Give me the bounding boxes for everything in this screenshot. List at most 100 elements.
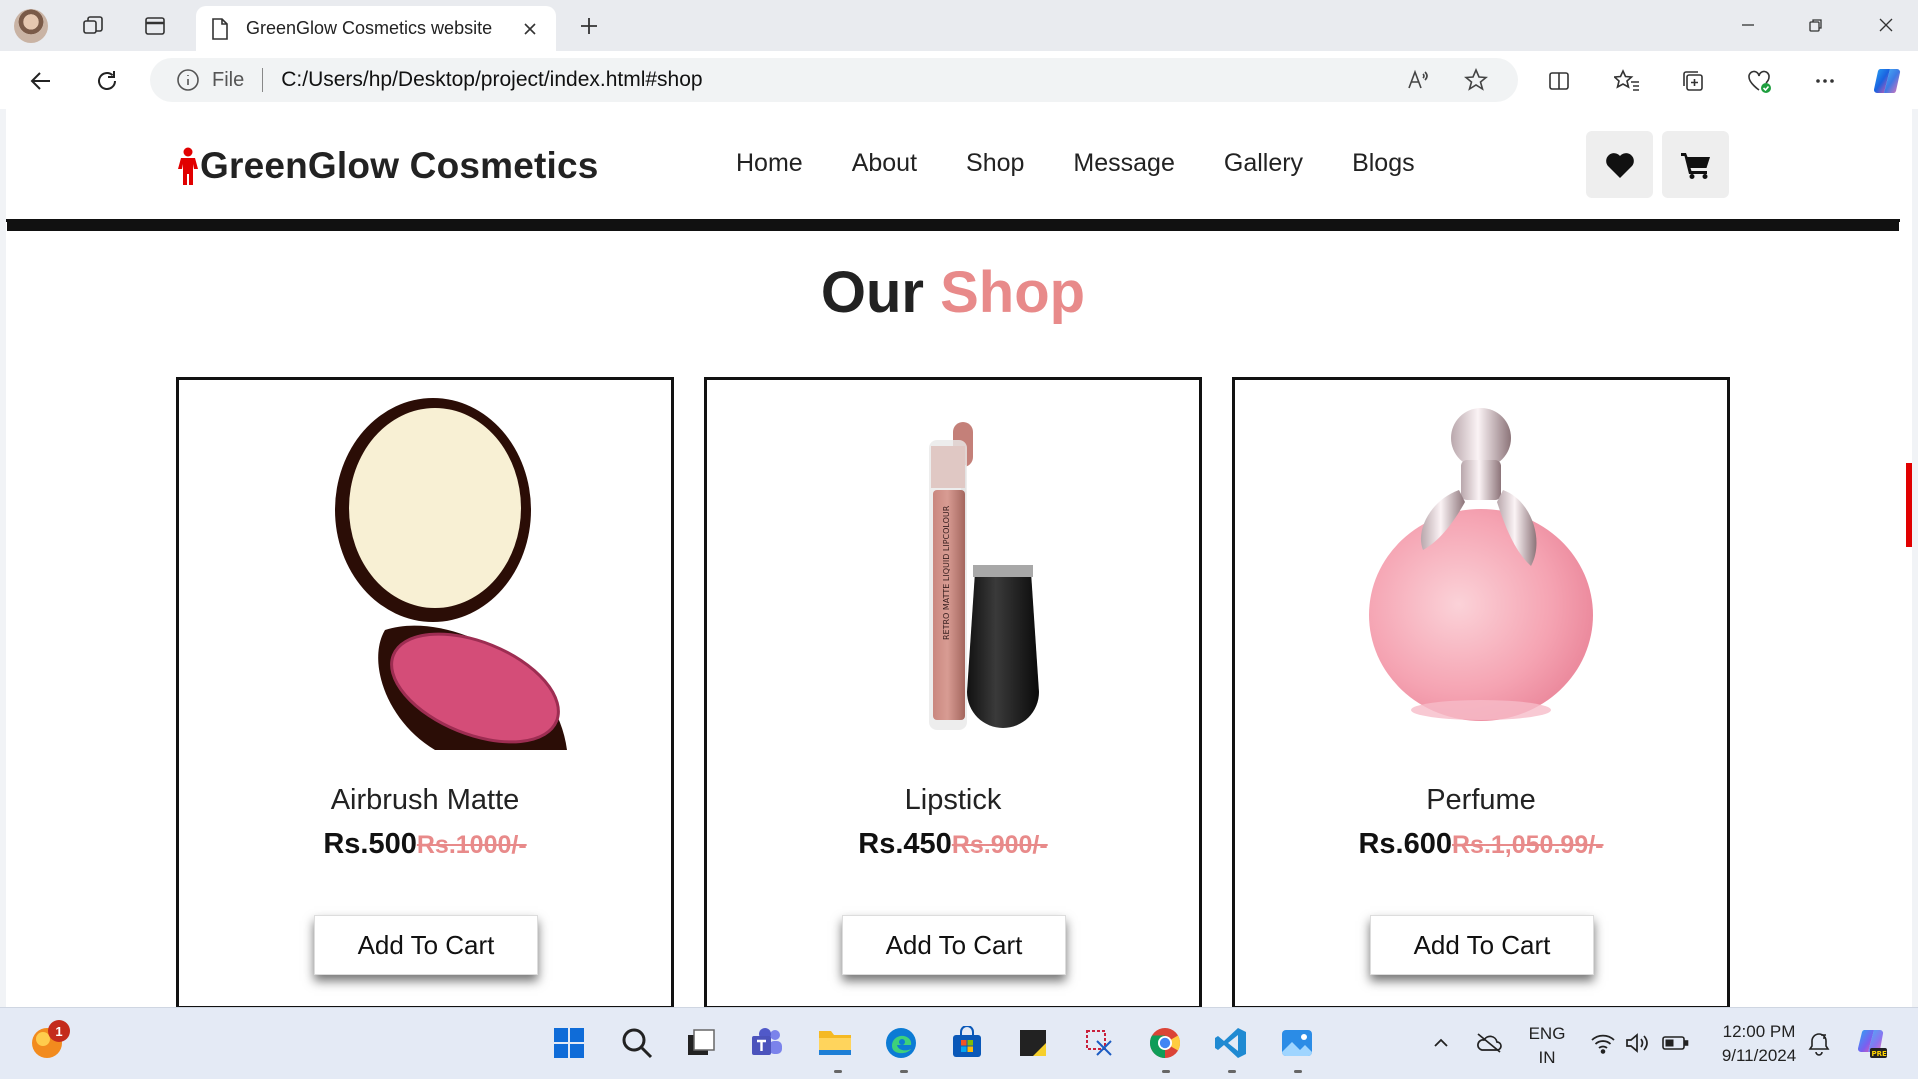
page-viewport: GreenGlow Cosmetics Home About Shop Mess… [6, 109, 1912, 1007]
browser-tab-bar: GreenGlow Cosmetics website [0, 0, 1918, 51]
product-card: RETRO MATTE LIQUID LIPCOLOUR Lipstick Rs… [704, 377, 1202, 1007]
active-tab[interactable]: GreenGlow Cosmetics website [196, 6, 556, 51]
copilot-preview-icon[interactable]: PRE [1852, 1024, 1890, 1062]
profile-avatar[interactable] [14, 9, 48, 43]
site-header: GreenGlow Cosmetics Home About Shop Mess… [6, 109, 1900, 222]
task-view-icon[interactable] [682, 1024, 720, 1062]
workspaces-icon[interactable] [78, 11, 108, 41]
search-icon[interactable] [618, 1024, 656, 1062]
add-to-cart-button[interactable]: Add To Cart [842, 915, 1066, 975]
nav-shop[interactable]: Shop [966, 149, 1024, 178]
snipping-tool-icon[interactable] [1080, 1024, 1118, 1062]
product-card: Airbrush Matte Rs.500Rs.1000/- Add To Ca… [176, 377, 674, 1007]
current-price: Rs.500 [323, 828, 417, 860]
main-nav: Home About Shop Message Gallery Blogs [736, 149, 1464, 178]
region-code: IN [1538, 1048, 1556, 1067]
battery-icon[interactable] [1656, 1024, 1694, 1062]
minimize-icon[interactable] [1724, 8, 1772, 42]
address-scheme-label: File [212, 68, 245, 91]
sticky-notes-icon[interactable] [1014, 1024, 1052, 1062]
onedrive-offline-icon[interactable] [1470, 1024, 1508, 1062]
notification-center-icon[interactable] [1800, 1024, 1838, 1062]
add-to-cart-button[interactable]: Add To Cart [1370, 915, 1594, 975]
product-price: Rs.500Rs.1000/- [179, 828, 671, 861]
edge-icon[interactable] [882, 1024, 920, 1062]
microsoft-store-icon[interactable] [948, 1024, 986, 1062]
browser-toolbar: File C:/Users/hp/Desktop/project/index.h… [0, 51, 1918, 109]
wifi-icon[interactable] [1584, 1024, 1622, 1062]
collections-icon[interactable] [1676, 64, 1710, 98]
title-plain: Our [820, 260, 924, 325]
logo-text: GreenGlow Cosmetics [200, 145, 599, 186]
heart-icon [1605, 152, 1634, 178]
favorites-icon[interactable] [1610, 64, 1644, 98]
nav-gallery[interactable]: Gallery [1224, 149, 1303, 178]
vscode-icon[interactable] [1212, 1024, 1250, 1062]
nav-home[interactable]: Home [736, 149, 803, 178]
page-scrollbar-thumb[interactable] [1906, 463, 1912, 547]
product-name: Lipstick [904, 784, 1002, 816]
favorite-star-icon[interactable] [1460, 64, 1492, 96]
product-price: Rs.600Rs.1,050.99/- [1235, 828, 1727, 861]
info-icon[interactable] [176, 68, 200, 92]
site-logo[interactable]: GreenGlow Cosmetics [176, 145, 599, 187]
wishlist-button[interactable] [1586, 131, 1653, 198]
windows-taskbar: 1 ENG IN 12:00 PM 9/11/2024 PRE [0, 1007, 1918, 1079]
volume-icon[interactable] [1618, 1024, 1656, 1062]
split-screen-icon[interactable] [1542, 64, 1576, 98]
restore-icon[interactable] [1792, 8, 1840, 42]
chrome-icon[interactable] [1146, 1024, 1184, 1062]
cart-button[interactable] [1662, 131, 1729, 198]
refresh-icon[interactable] [90, 64, 124, 98]
add-to-cart-button[interactable]: Add To Cart [314, 915, 538, 975]
teams-icon[interactable] [748, 1024, 786, 1062]
perfume-bottle-image [1235, 390, 1727, 750]
current-price: Rs.450 [858, 828, 952, 860]
clock-date: 9/11/2024 [1721, 1046, 1797, 1065]
title-accent: Shop [940, 260, 1086, 325]
document-icon [212, 17, 228, 40]
nav-about[interactable]: About [852, 149, 917, 178]
current-price: Rs.600 [1358, 828, 1452, 860]
close-window-icon[interactable] [1862, 8, 1910, 42]
back-icon[interactable] [24, 64, 58, 98]
cart-icon [1680, 152, 1710, 179]
vertical-tabs-icon[interactable] [140, 11, 170, 41]
running-indicator [900, 1070, 908, 1073]
browser-essentials-icon[interactable] [1742, 64, 1776, 98]
language-indicator[interactable]: ENG IN [1526, 1024, 1568, 1068]
product-price: Rs.450Rs.900/- [707, 828, 1199, 861]
product-card: Perfume Rs.600Rs.1,050.99/- Add To Cart [1232, 377, 1730, 1007]
svg-text:PRE: PRE [1872, 1050, 1888, 1058]
tab-title: GreenGlow Cosmetics website [246, 18, 493, 38]
svg-text:RETRO MATTE LIQUID LIPCOLOUR: RETRO MATTE LIQUID LIPCOLOUR [942, 505, 951, 640]
clock[interactable]: 12:00 PM 9/11/2024 [1704, 1022, 1814, 1066]
start-icon[interactable] [550, 1024, 588, 1062]
clock-time: 12:00 PM [1722, 1022, 1796, 1041]
running-indicator [1294, 1070, 1302, 1073]
file-explorer-icon[interactable] [816, 1024, 854, 1062]
close-tab-icon[interactable] [518, 17, 542, 41]
person-icon [178, 147, 198, 185]
more-options-icon[interactable] [1808, 64, 1842, 98]
address-divider [262, 68, 264, 92]
nav-message[interactable]: Message [1073, 149, 1174, 178]
old-price: Rs.900/- [951, 831, 1048, 859]
new-tab-icon[interactable] [574, 11, 604, 41]
product-name: Perfume [1426, 784, 1536, 816]
shop-section-title: Our Shop [6, 259, 1900, 326]
old-price: Rs.1000/- [416, 831, 527, 859]
old-price: Rs.1,050.99/- [1452, 831, 1604, 859]
nav-blogs[interactable]: Blogs [1352, 149, 1415, 178]
running-indicator [1228, 1070, 1236, 1073]
url-text[interactable]: C:/Users/hp/Desktop/project/index.html#s… [281, 68, 702, 92]
show-hidden-icons-chevron-up-icon[interactable] [1422, 1024, 1460, 1062]
product-name: Airbrush Matte [330, 784, 520, 816]
address-bar[interactable]: File C:/Users/hp/Desktop/project/index.h… [150, 58, 1518, 102]
running-indicator [834, 1070, 842, 1073]
language-code: ENG [1528, 1024, 1566, 1043]
copilot-icon[interactable] [1870, 64, 1904, 98]
photos-icon[interactable] [1278, 1024, 1316, 1062]
read-aloud-icon[interactable] [1402, 64, 1434, 96]
compact-powder-image [179, 390, 671, 750]
